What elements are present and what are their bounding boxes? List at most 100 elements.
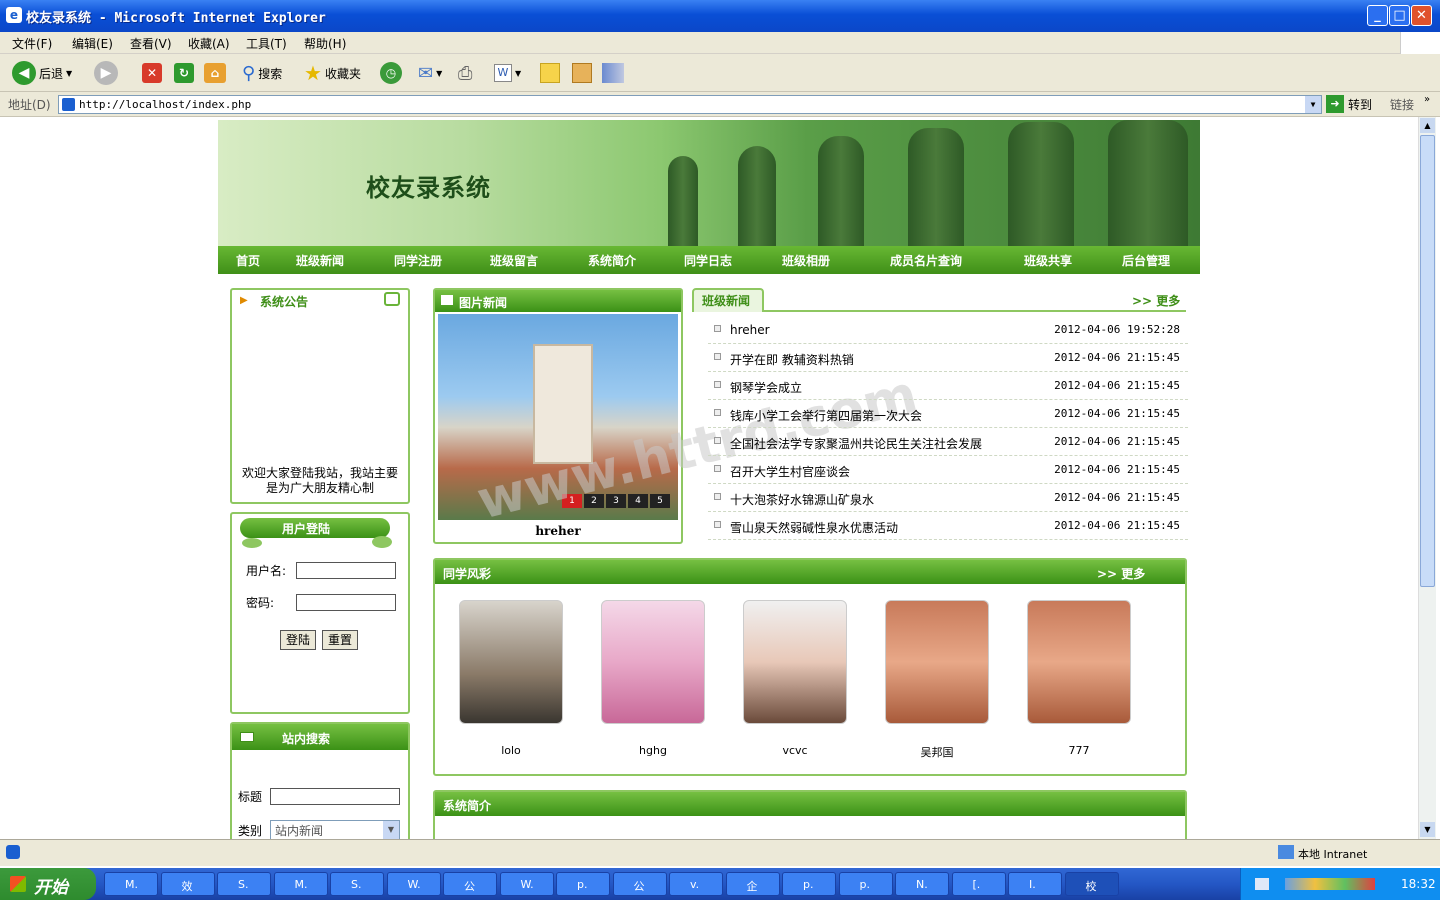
taskbar-item[interactable]: p. — [782, 872, 836, 896]
nav-album[interactable]: 班级相册 — [782, 252, 830, 269]
news-row[interactable]: 十大泡茶好水锦源山矿泉水 2012-04-06 21:15:45 — [708, 484, 1188, 512]
nav-guestbook[interactable]: 班级留言 — [490, 252, 538, 269]
forward-button[interactable]: ▶ — [94, 60, 118, 86]
taskbar-item[interactable]: M. — [104, 872, 158, 896]
start-button[interactable]: 开始 — [0, 868, 96, 900]
classmate-name[interactable]: 吴邦国 — [885, 744, 989, 760]
scroll-up-icon[interactable]: ▲ — [1420, 118, 1435, 133]
photo-caption[interactable]: hreher — [435, 524, 681, 538]
taskbar-item[interactable]: S. — [330, 872, 384, 896]
reset-button[interactable]: 重置 — [322, 630, 358, 650]
news-row[interactable]: 钱库小学工会举行第四届第一次大会 2012-04-06 21:15:45 — [708, 400, 1188, 428]
stop-button[interactable]: ✕ — [142, 60, 162, 86]
news-title[interactable]: 全国社会法学专家聚温州共论民生关注社会发展 — [730, 435, 982, 452]
print-button[interactable]: ⎙ — [458, 60, 472, 86]
tray-icon[interactable] — [1255, 878, 1269, 890]
search-keyword-input[interactable] — [270, 788, 400, 805]
search-button[interactable]: ⚲ 搜索 — [242, 60, 282, 86]
news-row[interactable]: 钢琴学会成立 2012-04-06 21:15:45 — [708, 372, 1188, 400]
news-row[interactable]: 全国社会法学专家聚温州共论民生关注社会发展 2012-04-06 21:15:45 — [708, 428, 1188, 456]
taskbar-item[interactable]: 公 — [612, 872, 667, 896]
classmate-name[interactable]: 777 — [1027, 744, 1131, 757]
go-button[interactable]: ➜ 转到 — [1326, 95, 1372, 113]
minimize-button[interactable]: _ — [1367, 5, 1388, 26]
nav-register[interactable]: 同学注册 — [394, 252, 442, 269]
news-title[interactable]: 召开大学生村官座谈会 — [730, 463, 850, 480]
refresh-button[interactable]: ↻ — [174, 60, 194, 86]
news-row[interactable]: 召开大学生村官座谈会 2012-04-06 21:15:45 — [708, 456, 1188, 484]
home-button[interactable]: ⌂ — [204, 60, 226, 86]
scroll-down-icon[interactable]: ▼ — [1420, 822, 1435, 837]
taskbar-item[interactable]: p. — [556, 872, 610, 896]
news-title[interactable]: 雪山泉天然弱碱性泉水优惠活动 — [730, 519, 898, 536]
tray-icons[interactable] — [1285, 878, 1375, 890]
taskbar-item[interactable]: 公 — [443, 872, 497, 896]
news-title[interactable]: 钱库小学工会举行第四届第一次大会 — [730, 407, 922, 424]
vertical-scrollbar[interactable]: ▲ ▼ — [1418, 117, 1436, 839]
classmate-name[interactable]: hghg — [601, 744, 705, 757]
classmate-photo[interactable] — [1027, 600, 1131, 724]
taskbar-item[interactable]: 企 — [725, 872, 780, 896]
classmates-more[interactable]: >> 更多 — [1097, 565, 1145, 582]
news-title[interactable]: 钢琴学会成立 — [730, 379, 802, 396]
classmate-photo[interactable] — [601, 600, 705, 724]
news-title[interactable]: hreher — [730, 323, 770, 337]
favorites-button[interactable]: ★ 收藏夹 — [304, 60, 361, 86]
taskbar-item[interactable]: 校 — [1064, 872, 1119, 896]
menu-help[interactable]: 帮助(H) — [304, 35, 346, 52]
taskbar-item[interactable]: [. — [951, 872, 1006, 896]
taskbar-item[interactable]: N. — [895, 872, 949, 896]
address-input[interactable]: http://localhost/index.php ▼ — [58, 95, 1322, 114]
chevron-right-icon[interactable]: » — [1424, 94, 1430, 105]
nav-share[interactable]: 班级共享 — [1024, 252, 1072, 269]
close-button[interactable]: ✕ — [1411, 5, 1432, 26]
nav-admin[interactable]: 后台管理 — [1122, 252, 1170, 269]
class-news-more[interactable]: >> 更多 — [1132, 292, 1180, 309]
nav-member-search[interactable]: 成员名片查询 — [890, 252, 962, 269]
news-row[interactable]: 开学在即 教辅资料热销 2012-04-06 21:15:45 — [708, 344, 1188, 372]
taskbar-item[interactable]: I. — [1008, 872, 1062, 896]
nav-class-news[interactable]: 班级新闻 — [296, 252, 344, 269]
history-button[interactable]: ◷ — [380, 60, 402, 86]
back-button[interactable]: ◀ 后退 ▼ — [12, 60, 72, 86]
menu-edit[interactable]: 编辑(E) — [72, 35, 113, 52]
taskbar-item[interactable]: M. — [273, 872, 328, 896]
messenger-button[interactable] — [602, 60, 624, 86]
chevron-down-icon[interactable]: ▼ — [1305, 96, 1321, 113]
photo-page-5[interactable]: 5 — [650, 494, 670, 508]
classmate-photo[interactable] — [743, 600, 847, 724]
menu-file[interactable]: 文件(F) — [12, 35, 52, 52]
mail-button[interactable]: ✉ ▼ — [418, 60, 442, 86]
nav-diary[interactable]: 同学日志 — [684, 252, 732, 269]
menu-favorites[interactable]: 收藏(A) — [188, 35, 230, 52]
search-type-select[interactable]: 站内新闻 ▼ — [270, 820, 400, 839]
nav-intro[interactable]: 系统简介 — [588, 252, 636, 269]
password-input[interactable] — [296, 594, 396, 611]
classmate-name[interactable]: vcvc — [743, 744, 847, 757]
clock[interactable]: 18:32 — [1401, 877, 1436, 891]
note-button[interactable] — [540, 60, 560, 86]
login-button[interactable]: 登陆 — [280, 630, 316, 650]
scroll-thumb[interactable] — [1420, 135, 1435, 587]
taskbar-item[interactable]: W. — [386, 872, 441, 896]
classmate-name[interactable]: lolo — [459, 744, 563, 757]
taskbar-item[interactable]: 效 — [160, 872, 215, 896]
classmate-photo[interactable] — [885, 600, 989, 724]
research-button[interactable] — [572, 60, 592, 86]
news-row[interactable]: hreher 2012-04-06 19:52:28 — [708, 316, 1188, 344]
edit-button[interactable]: W ▼ — [494, 60, 521, 86]
news-row[interactable]: 雪山泉天然弱碱性泉水优惠活动 2012-04-06 21:15:45 — [708, 512, 1188, 540]
news-title[interactable]: 开学在即 教辅资料热销 — [730, 351, 854, 368]
taskbar-item[interactable]: p. — [838, 872, 893, 896]
taskbar-item[interactable]: W. — [499, 872, 554, 896]
classmate-photo[interactable] — [459, 600, 563, 724]
menu-view[interactable]: 查看(V) — [130, 35, 172, 52]
links-label[interactable]: 链接 — [1390, 96, 1414, 113]
news-title[interactable]: 十大泡茶好水锦源山矿泉水 — [730, 491, 874, 508]
taskbar-item[interactable]: S. — [217, 872, 271, 896]
taskbar-item[interactable]: v. — [669, 872, 723, 896]
nav-home[interactable]: 首页 — [236, 252, 260, 269]
photo-page-4[interactable]: 4 — [628, 494, 648, 508]
maximize-button[interactable]: □ — [1389, 5, 1410, 26]
username-input[interactable] — [296, 562, 396, 579]
